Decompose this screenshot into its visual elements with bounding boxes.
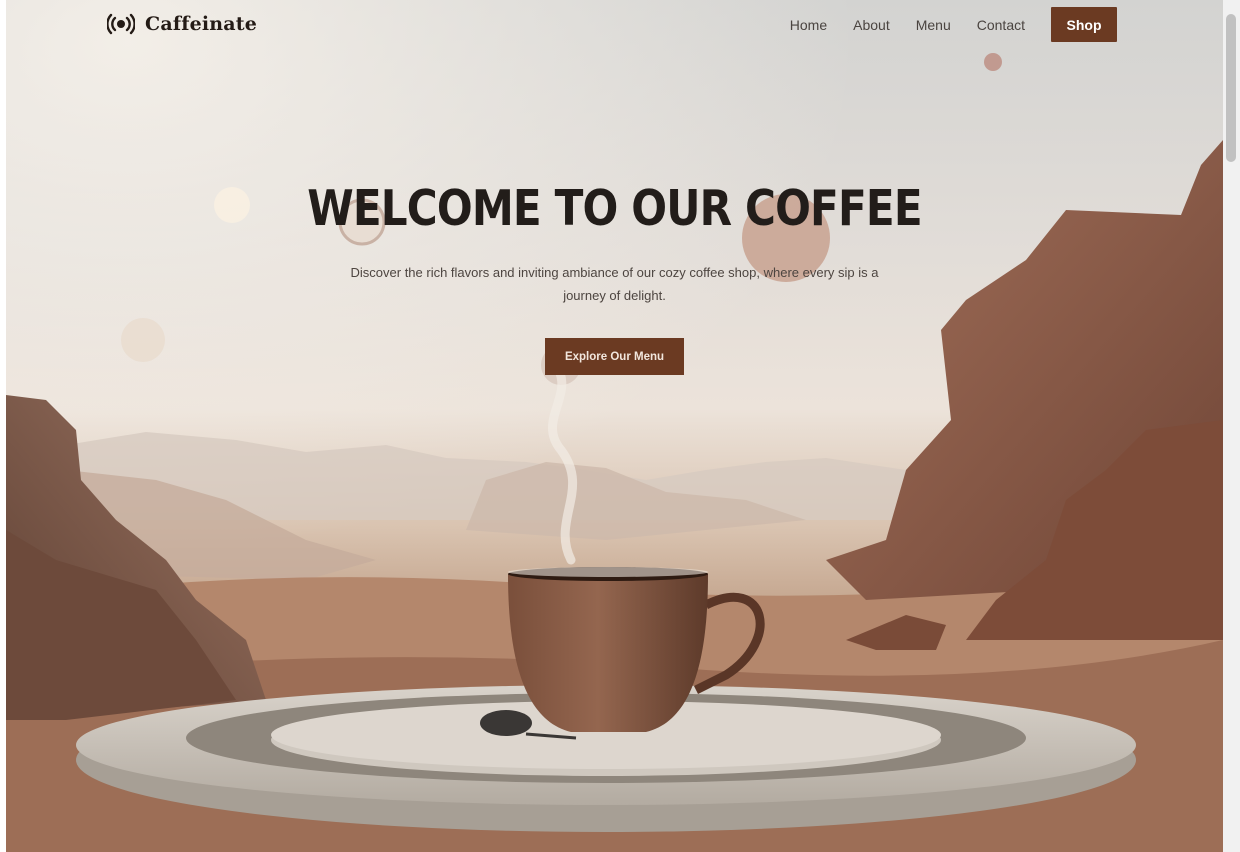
nav-link-contact[interactable]: Contact (977, 17, 1025, 33)
nav-link-home[interactable]: Home (790, 17, 827, 33)
nav-link-about[interactable]: About (853, 17, 890, 33)
explore-menu-button[interactable]: Explore Our Menu (545, 338, 684, 375)
scrollbar-thumb[interactable] (1226, 14, 1236, 162)
hero-title: WELCOME TO OUR COFFEE (307, 180, 922, 237)
hero-description: Discover the rich flavors and inviting a… (350, 265, 879, 303)
shop-button[interactable]: Shop (1051, 7, 1117, 42)
hero-section: WELCOME TO OUR COFFEE Discover the rich … (6, 180, 1223, 375)
landing-page: Caffeinate Home About Menu Contact Shop … (6, 0, 1223, 852)
nav-link-menu[interactable]: Menu (916, 17, 951, 33)
main-nav: Home About Menu Contact Shop (790, 7, 1117, 42)
logo[interactable]: Caffeinate (107, 12, 257, 36)
hero-background-image (6, 0, 1223, 852)
brand-name: Caffeinate (145, 13, 258, 35)
broadcast-icon (107, 13, 135, 35)
site-header: Caffeinate Home About Menu Contact Shop (6, 0, 1223, 48)
